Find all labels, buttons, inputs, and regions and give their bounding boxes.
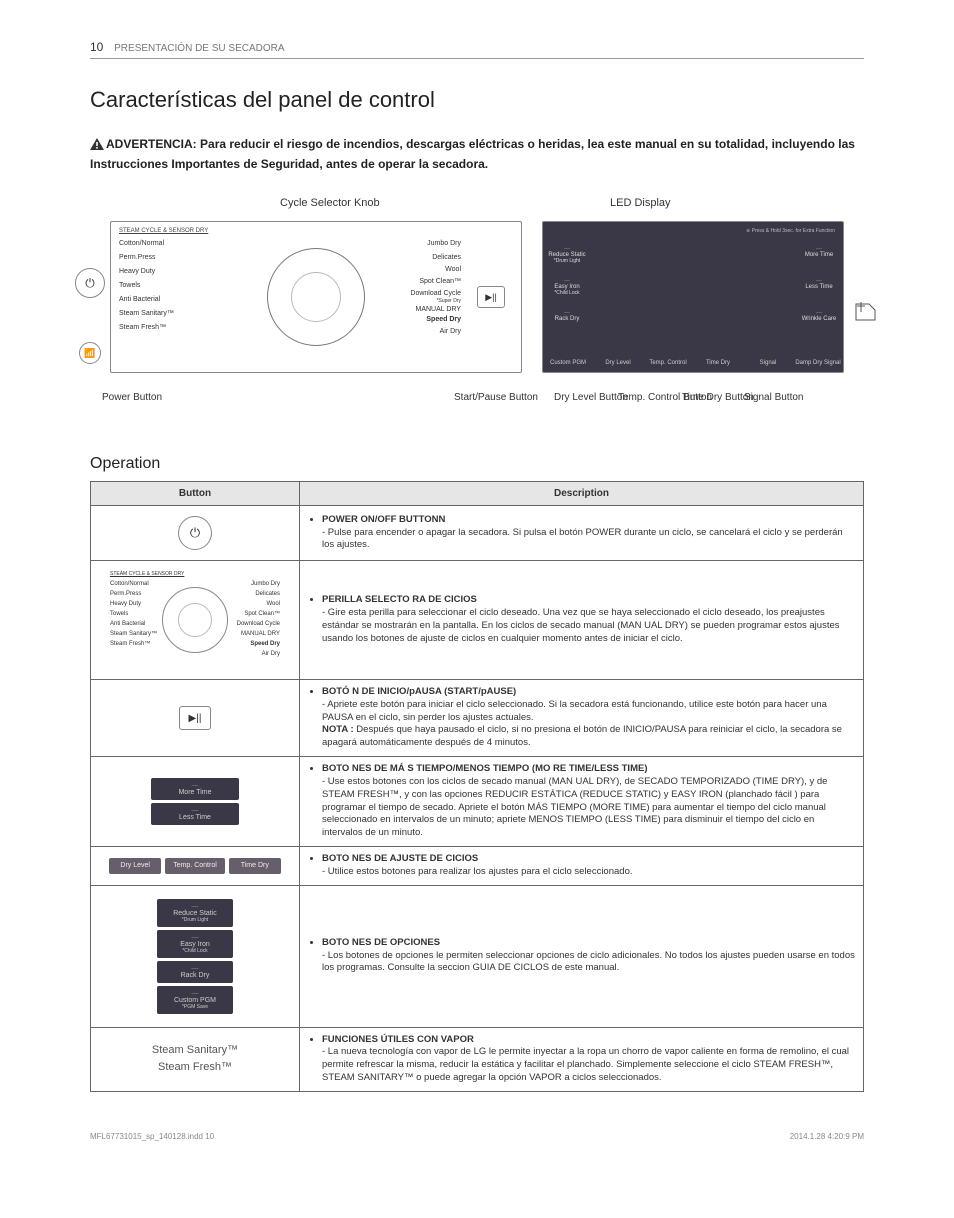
label-cycle-selector: Cycle Selector Knob xyxy=(280,197,380,209)
tag-on-icon xyxy=(853,302,877,336)
page-footer: MFL67731015_sp_140128.indd 10 2014.1.28 … xyxy=(90,1132,864,1141)
cycle-perm: Perm.Press xyxy=(119,254,156,261)
led-hold-note: ※ Press & Hold 3sec. for Extra Function xyxy=(746,228,835,234)
led-easy-iron: —Easy Iron*Child Lock xyxy=(543,278,591,296)
cycle-download: Download Cycle xyxy=(410,290,461,297)
led-less-time: —Less Time xyxy=(795,278,843,296)
warning-icon xyxy=(90,137,104,155)
led-bottom-row: Custom PGM Dry Level Temp. Control Time … xyxy=(543,360,843,366)
opt-reduce-static: —Reduce Static*Drum Light xyxy=(157,899,233,927)
steam-fresh-label: Steam Fresh™ xyxy=(95,1059,295,1077)
opt-custom-pgm: —Custom PGM*PGM Save xyxy=(157,986,233,1014)
cell-adjust: Dry Level Temp. Control Time Dry xyxy=(91,846,300,885)
table-row: —Reduce Static*Drum Light —Easy Iron*Chi… xyxy=(91,885,864,1027)
table-row: Steam Sanitary™ Steam Fresh™ FUNCIONES Ú… xyxy=(91,1027,864,1091)
cycle-speed: Speed Dry xyxy=(426,316,461,323)
steam-cycle-header: STEAM CYCLE & SENSOR DRY xyxy=(119,228,208,234)
smart-diag-icon: 📶 xyxy=(79,342,101,364)
cell-options: —Reduce Static*Drum Light —Easy Iron*Chi… xyxy=(91,885,300,1027)
start-pause-button[interactable]: ▶|| xyxy=(477,286,505,308)
opt-rack-dry: —Rack Dry xyxy=(157,961,233,983)
cycle-superdry: *Super Dry xyxy=(437,298,461,304)
led-rack-dry: —Rack Dry xyxy=(543,310,591,322)
pill-dry-level: Dry Level xyxy=(109,858,161,874)
co-dry: Dry Level Button xyxy=(554,392,628,404)
table-row: Dry Level Temp. Control Time Dry BOTO NE… xyxy=(91,846,864,885)
desc-options: BOTO NES DE OPCIONES- Los botones de opc… xyxy=(300,885,864,1027)
cycle-selector-knob[interactable] xyxy=(267,248,365,346)
table-row: —More Time —Less Time BOTO NES DE MÁ S T… xyxy=(91,757,864,847)
desc-steam: FUNCIONES ÚTILES CON VAPOR- La nueva tec… xyxy=(300,1027,864,1091)
table-row: ▶|| BOTÓ N DE INICIO/pAUSA (START/pAUSE)… xyxy=(91,680,864,757)
cycle-anti: Anti Bacterial xyxy=(119,296,160,303)
cycle-heavy: Heavy Duty xyxy=(119,268,155,275)
power-button[interactable]: ⏻ xyxy=(75,268,105,298)
operation-table: Button Description ⏻ POWER ON/OFF BUTTON… xyxy=(90,481,864,1092)
page-header: 10 PRESENTACIÓN DE SU SECADORA xyxy=(90,40,864,59)
footer-left: MFL67731015_sp_140128.indd 10 xyxy=(90,1132,214,1141)
cell-knob: STEAM CYCLE & SENSOR DRY Cotton/Normal P… xyxy=(91,561,300,680)
less-time-pill: —Less Time xyxy=(151,803,239,825)
cycle-cotton: Cotton/Normal xyxy=(119,240,164,247)
diagram-left-panel: STEAM CYCLE & SENSOR DRY Cotton/Normal P… xyxy=(110,221,522,373)
table-row: STEAM CYCLE & SENSOR DRY Cotton/Normal P… xyxy=(91,561,864,680)
desc-power: POWER ON/OFF BUTTONN- Pulse para encende… xyxy=(300,506,864,561)
cycle-air: Air Dry xyxy=(440,328,461,335)
led-more-time: —More Time xyxy=(795,246,843,264)
control-panel-diagram: Cycle Selector Knob LED Display STEAM CY… xyxy=(110,197,844,437)
cycle-towels: Towels xyxy=(119,282,140,289)
page-title: Características del panel de control xyxy=(90,87,864,113)
led-wrinkle: —Wrinkle Care xyxy=(795,310,843,322)
diagram-led-panel: ※ Press & Hold 3sec. for Extra Function … xyxy=(542,221,844,373)
desc-start: BOTÓ N DE INICIO/pAUSA (START/pAUSE) - A… xyxy=(300,680,864,757)
more-time-pill: —More Time xyxy=(151,778,239,800)
led-reduce-static: —Reduce Static*Drum Light xyxy=(543,246,591,264)
footer-right: 2014.1.28 4:20:9 PM xyxy=(790,1132,864,1141)
warning-block: ADVERTENCIA: Para reducir el riesgo de i… xyxy=(90,135,864,173)
warning-text: Para reducir el riesgo de incendios, des… xyxy=(90,137,855,171)
cell-moreless: —More Time —Less Time xyxy=(91,757,300,847)
operation-heading: Operation xyxy=(90,455,864,473)
co-signal: Signal Button xyxy=(744,392,804,404)
power-icon: ⏻ xyxy=(178,516,212,550)
steam-sanitary-label: Steam Sanitary™ xyxy=(95,1042,295,1060)
start-pause-icon: ▶|| xyxy=(179,706,211,730)
cycle-spot: Spot Clean™ xyxy=(419,278,461,285)
opt-easy-iron: —Easy Iron*Child Lock xyxy=(157,930,233,958)
cycle-jumbo: Jumbo Dry xyxy=(427,240,461,247)
cell-start: ▶|| xyxy=(91,680,300,757)
section-title: PRESENTACIÓN DE SU SECADORA xyxy=(114,43,284,54)
cycle-steam-fresh: Steam Fresh™ xyxy=(119,324,166,331)
co-start: Start/Pause Button xyxy=(454,392,538,404)
th-desc: Description xyxy=(300,482,864,506)
desc-knob: PERILLA SELECTO RA DE CICIOS- Gire esta … xyxy=(300,561,864,680)
label-led-display: LED Display xyxy=(610,197,671,209)
th-button: Button xyxy=(91,482,300,506)
cycle-wool: Wool xyxy=(445,266,461,273)
warning-prefix: ADVERTENCIA: xyxy=(106,137,197,151)
pill-temp-control: Temp. Control xyxy=(165,858,225,874)
table-row: ⏻ POWER ON/OFF BUTTONN- Pulse para encen… xyxy=(91,506,864,561)
cycle-manual: MANUAL DRY xyxy=(415,306,461,313)
cycle-steam-san: Steam Sanitary™ xyxy=(119,310,174,317)
page-number: 10 xyxy=(90,40,103,54)
pill-time-dry: Time Dry xyxy=(229,858,281,874)
desc-moreless: BOTO NES DE MÁ S TIEMPO/MENOS TIEMPO (MO… xyxy=(300,757,864,847)
co-power: Power Button xyxy=(102,392,162,404)
desc-adjust: BOTO NES DE AJUSTE DE CICIOS- Utilice es… xyxy=(300,846,864,885)
cell-power: ⏻ xyxy=(91,506,300,561)
cell-steam: Steam Sanitary™ Steam Fresh™ xyxy=(91,1027,300,1091)
cycle-delicates: Delicates xyxy=(432,254,461,261)
